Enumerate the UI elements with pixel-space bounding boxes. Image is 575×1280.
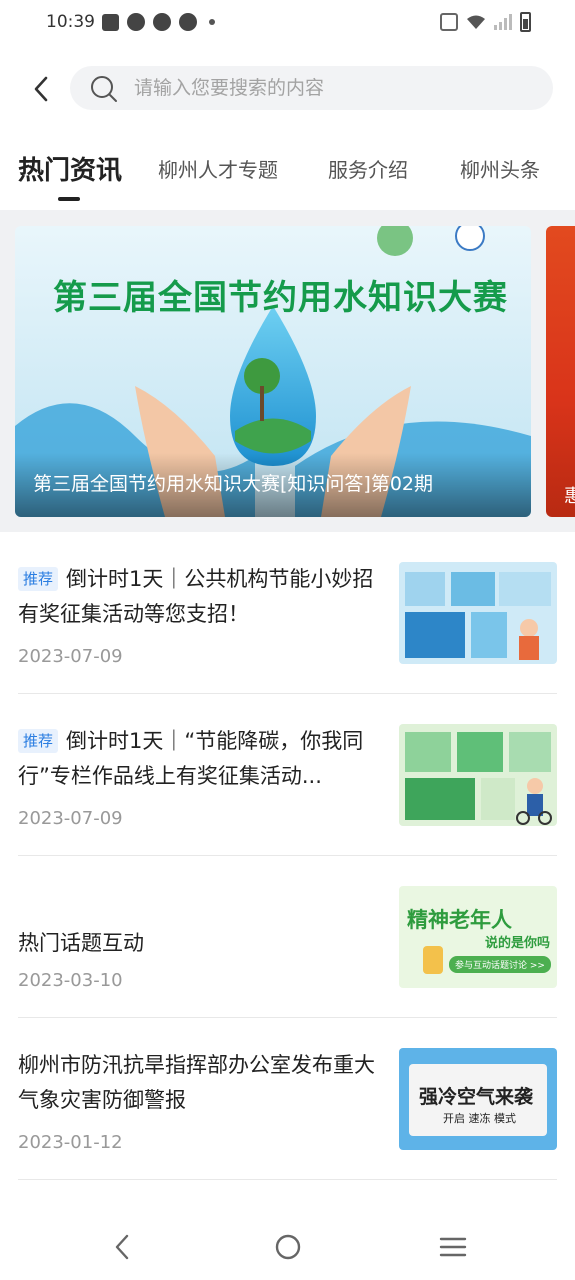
news-title-text: 倒计时1天｜公共机构节能小妙招有奖征集活动等您支招！	[18, 567, 374, 626]
news-item[interactable]: 推荐 倒计时1天｜“节能降碳，你我同行”专栏作品线上有奖征集活动... 2023-…	[18, 694, 557, 856]
news-title: 柳州市防汛抗旱指挥部办公室发布重大气象灾害防御警报	[18, 1053, 375, 1112]
news-date: 2023-03-10	[18, 970, 123, 991]
notification-app-icon	[127, 13, 145, 31]
news-title: 推荐 倒计时1天｜“节能降碳，你我同行”专栏作品线上有奖征集活动...	[18, 724, 380, 794]
news-thumbnail	[399, 724, 557, 826]
jar-icon	[423, 946, 443, 974]
news-thumbnail: 强冷空气来袭 开启 速冻 模式	[399, 1048, 557, 1150]
news-thumbnail	[399, 562, 557, 664]
nav-back-button[interactable]	[102, 1232, 142, 1262]
notification-app-icon	[102, 13, 119, 31]
tab-service-intro[interactable]: 服务介绍	[328, 154, 408, 183]
tab-talent-topic[interactable]: 柳州人才专题	[158, 154, 278, 183]
search-box[interactable]	[70, 66, 553, 110]
notification-app-icon	[179, 13, 197, 31]
battery-icon	[520, 12, 531, 32]
news-item[interactable]: 热门话题互动 2023-03-10 精神老年人 说的是你吗 参与互动话题讨论 >…	[18, 856, 557, 1018]
thumb-headline: 强冷空气来袭	[419, 1086, 534, 1108]
banner-next-caption: 惠	[564, 486, 575, 507]
system-nav-bar	[0, 1212, 575, 1280]
active-tab-indicator	[58, 197, 80, 201]
tab-hot-news[interactable]: 热门资讯	[18, 150, 122, 187]
notification-app-icon	[153, 13, 171, 31]
thumb-subline: 说的是你吗	[485, 936, 551, 951]
banner-caption-overlay: 第三届全国节约用水知识大赛[知识问答]第02期	[15, 453, 531, 517]
more-notifications-icon	[209, 19, 215, 25]
back-button[interactable]	[26, 72, 56, 106]
news-date: 2023-07-09	[18, 646, 123, 667]
banner-carousel: 第三届全国节约用水知识大赛 第三届全国节约用水知识大赛[知识问答]第02期 惠	[0, 210, 575, 532]
system-icons	[440, 12, 531, 32]
banner-card-next[interactable]: 惠	[546, 226, 575, 517]
news-title: 热门话题互动	[18, 931, 144, 955]
news-date: 2023-07-09	[18, 808, 123, 829]
nav-recents-button[interactable]	[433, 1232, 473, 1262]
notification-icons	[102, 13, 215, 31]
tab-liuzhou-headlines[interactable]: 柳州头条	[460, 154, 540, 183]
banner-card[interactable]: 第三届全国节约用水知识大赛 第三届全国节约用水知识大赛[知识问答]第02期	[15, 226, 531, 517]
news-title: 推荐 倒计时1天｜公共机构节能小妙招有奖征集活动等您支招！	[18, 562, 380, 632]
signal-icon	[494, 14, 512, 30]
menu-lines-icon	[439, 1237, 467, 1257]
banner-headline: 第三届全国节约用水知识大赛	[53, 278, 508, 318]
thumb-headline: 精神老年人	[407, 908, 512, 932]
category-tabs: 热门资讯 柳州人才专题 服务介绍 柳州头条	[0, 140, 575, 204]
nav-home-button[interactable]	[268, 1232, 308, 1262]
status-time: 10:39	[46, 12, 95, 32]
chevron-left-icon	[34, 76, 48, 102]
banner-caption: 第三届全国节约用水知识大赛[知识问答]第02期	[33, 473, 434, 495]
home-circle-icon	[275, 1234, 301, 1260]
back-triangle-icon	[115, 1234, 129, 1260]
wifi-icon	[466, 14, 486, 30]
news-date: 2023-01-12	[18, 1132, 123, 1153]
news-title-text: 倒计时1天｜“节能降碳，你我同行”专栏作品线上有奖征集活动...	[18, 729, 364, 788]
recommend-tag: 推荐	[18, 567, 59, 591]
search-input[interactable]	[134, 66, 534, 110]
vibrate-icon	[440, 13, 458, 31]
recommend-tag: 推荐	[18, 729, 59, 753]
news-item[interactable]: 推荐 倒计时1天｜公共机构节能小妙招有奖征集活动等您支招！ 2023-07-09	[18, 532, 557, 694]
news-thumbnail: 精神老年人 说的是你吗 参与互动话题讨论 >>	[399, 886, 557, 988]
status-bar: 10:39	[0, 0, 575, 48]
thumb-button: 参与互动话题讨论 >>	[449, 956, 551, 973]
thumb-subline: 开启 速冻 模式	[443, 1112, 516, 1125]
news-item[interactable]: 柳州市防汛抗旱指挥部办公室发布重大气象灾害防御警报 2023-01-12 强冷空…	[18, 1018, 557, 1180]
search-icon	[91, 76, 117, 102]
